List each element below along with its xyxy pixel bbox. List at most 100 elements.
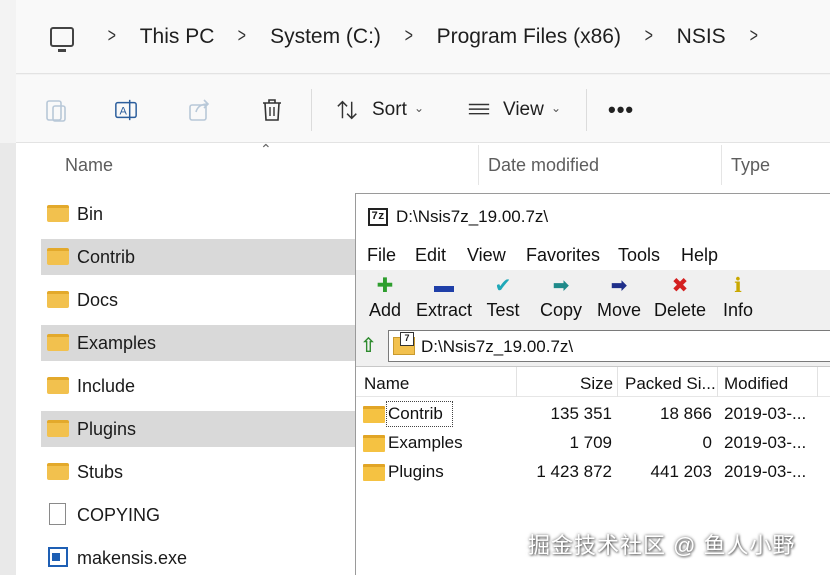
chevron-down-icon[interactable]: ⌄ xyxy=(414,101,424,115)
menu-view[interactable]: View xyxy=(467,245,506,266)
breadcrumb-system-c[interactable]: System (C:) xyxy=(270,25,381,49)
up-folder-icon[interactable]: ⇧ xyxy=(360,333,384,359)
file-row[interactable]: Bin xyxy=(41,196,381,232)
file-name: makensis.exe xyxy=(77,548,188,568)
share-icon[interactable] xyxy=(188,97,212,123)
column-header-packed-size[interactable]: Packed Si... xyxy=(625,374,716,394)
copy-button[interactable]: ➡ Copy xyxy=(536,274,586,326)
chevron-right-icon[interactable]: > xyxy=(749,25,757,48)
breadcrumb-nsis[interactable]: NSIS xyxy=(677,25,726,49)
paste-icon[interactable] xyxy=(44,97,68,123)
sort-button[interactable]: Sort xyxy=(372,99,407,121)
7zip-window[interactable]: 7z D:\Nsis7z_19.00.7z\ File Edit View Fa… xyxy=(355,193,830,575)
more-options-button[interactable]: ••• xyxy=(608,97,634,123)
file-row[interactable]: COPYING xyxy=(41,497,381,533)
move-arrow-icon: ➡ xyxy=(610,275,628,297)
folder-icon xyxy=(363,406,385,423)
chevron-right-icon[interactable]: > xyxy=(238,25,246,48)
archive-item-packed: 441 203 xyxy=(650,462,712,481)
delete-label: Delete xyxy=(653,300,707,320)
archive-row[interactable]: Contrib 135 351 18 866 2019-03-... xyxy=(356,400,830,429)
file-row-selected[interactable]: Examples xyxy=(41,325,381,361)
menu-bar: File Edit View Favorites Tools Help xyxy=(356,238,830,270)
file-row[interactable]: Stubs xyxy=(41,454,381,490)
column-header-name[interactable]: Name xyxy=(364,374,409,394)
menu-favorites[interactable]: Favorites xyxy=(526,245,600,266)
file-row-selected[interactable]: Contrib xyxy=(41,239,381,275)
test-button[interactable]: ✔ Test xyxy=(480,274,526,326)
menu-file[interactable]: File xyxy=(367,245,396,266)
breadcrumb-this-pc[interactable]: This PC xyxy=(140,25,215,49)
view-lines-icon[interactable] xyxy=(467,97,491,123)
column-separator[interactable] xyxy=(478,145,479,185)
document-file-icon xyxy=(49,503,66,525)
chevron-right-icon[interactable]: > xyxy=(645,25,653,48)
column-header-size[interactable]: Size xyxy=(580,374,613,394)
rename-icon[interactable]: A xyxy=(114,97,138,123)
folder-icon xyxy=(47,420,69,437)
column-header-modified[interactable]: Modified xyxy=(724,374,788,394)
file-name: Stubs xyxy=(77,462,124,482)
file-row[interactable]: Docs xyxy=(41,282,381,318)
address-bar: ⇧ D:\Nsis7z_19.00.7z\ xyxy=(356,328,830,364)
file-row[interactable]: Include xyxy=(41,368,381,404)
info-button[interactable]: ℹ Info xyxy=(718,274,758,326)
minus-icon: ▬ xyxy=(434,275,454,297)
archive-item-packed: 0 xyxy=(702,433,712,452)
delete-button[interactable]: ✖ Delete xyxy=(652,274,708,326)
archive-item-size: 1 423 872 xyxy=(536,462,612,481)
archive-row[interactable]: Plugins 1 423 872 441 203 2019-03-... xyxy=(356,458,830,487)
chevron-right-icon[interactable]: > xyxy=(405,25,413,48)
file-row[interactable]: makensis.exe xyxy=(41,540,381,575)
column-separator[interactable] xyxy=(721,145,722,185)
archive-item-name: Contrib xyxy=(388,404,443,423)
7zip-logo-icon: 7z xyxy=(368,208,388,226)
folder-icon xyxy=(47,377,69,394)
folder-icon xyxy=(363,435,385,452)
column-header-name[interactable]: Name xyxy=(65,155,113,176)
file-row-selected[interactable]: Plugins xyxy=(41,411,381,447)
check-icon: ✔ xyxy=(494,275,512,297)
extract-button[interactable]: ▬ Extract xyxy=(414,274,474,326)
copy-arrow-icon: ➡ xyxy=(552,275,570,297)
column-separator[interactable] xyxy=(516,367,517,397)
chevron-down-icon[interactable]: ⌄ xyxy=(551,101,561,115)
address-breadcrumb-bar[interactable]: > This PC > System (C:) > Program Files … xyxy=(16,0,830,74)
column-header-date-modified[interactable]: Date modified xyxy=(488,155,599,176)
column-separator[interactable] xyxy=(817,367,818,397)
menu-tools[interactable]: Tools xyxy=(618,245,660,266)
breadcrumb-program-files-x86[interactable]: Program Files (x86) xyxy=(437,25,621,49)
command-divider xyxy=(311,89,312,131)
copy-label: Copy xyxy=(539,300,583,320)
add-button[interactable]: ✚ Add xyxy=(362,274,408,326)
move-button[interactable]: ➡ Move xyxy=(594,274,644,326)
window-title: D:\Nsis7z_19.00.7z\ xyxy=(396,207,549,226)
folder-icon xyxy=(47,248,69,265)
column-separator[interactable] xyxy=(617,367,618,397)
file-name: Bin xyxy=(77,204,104,224)
archive-item-size: 1 709 xyxy=(569,433,612,452)
folder-icon xyxy=(47,463,69,480)
chevron-right-icon[interactable]: > xyxy=(108,25,116,48)
archive-item-modified: 2019-03-... xyxy=(724,404,807,423)
plus-icon: ✚ xyxy=(376,275,394,297)
menu-edit[interactable]: Edit xyxy=(415,245,446,266)
folder-icon xyxy=(363,464,385,481)
view-button[interactable]: View xyxy=(503,99,544,121)
folder-icon xyxy=(47,205,69,222)
column-header-type[interactable]: Type xyxy=(731,155,770,176)
archive-item-name: Plugins xyxy=(388,462,444,481)
sort-arrows-icon[interactable] xyxy=(336,97,360,123)
address-path: D:\Nsis7z_19.00.7z\ xyxy=(421,337,574,356)
navigation-pane-edge[interactable] xyxy=(0,143,16,575)
address-field[interactable]: D:\Nsis7z_19.00.7z\ xyxy=(388,330,830,362)
delete-trash-icon[interactable] xyxy=(260,97,284,123)
this-pc-icon[interactable] xyxy=(50,26,74,52)
window-title-bar[interactable]: 7z D:\Nsis7z_19.00.7z\ xyxy=(356,194,830,238)
move-label: Move xyxy=(596,300,641,320)
column-separator[interactable] xyxy=(717,367,718,397)
archive-row[interactable]: Examples 1 709 0 2019-03-... xyxy=(356,429,830,458)
menu-help[interactable]: Help xyxy=(681,245,718,266)
extract-label: Extract xyxy=(415,300,472,320)
archive-item-name: Examples xyxy=(388,433,463,452)
